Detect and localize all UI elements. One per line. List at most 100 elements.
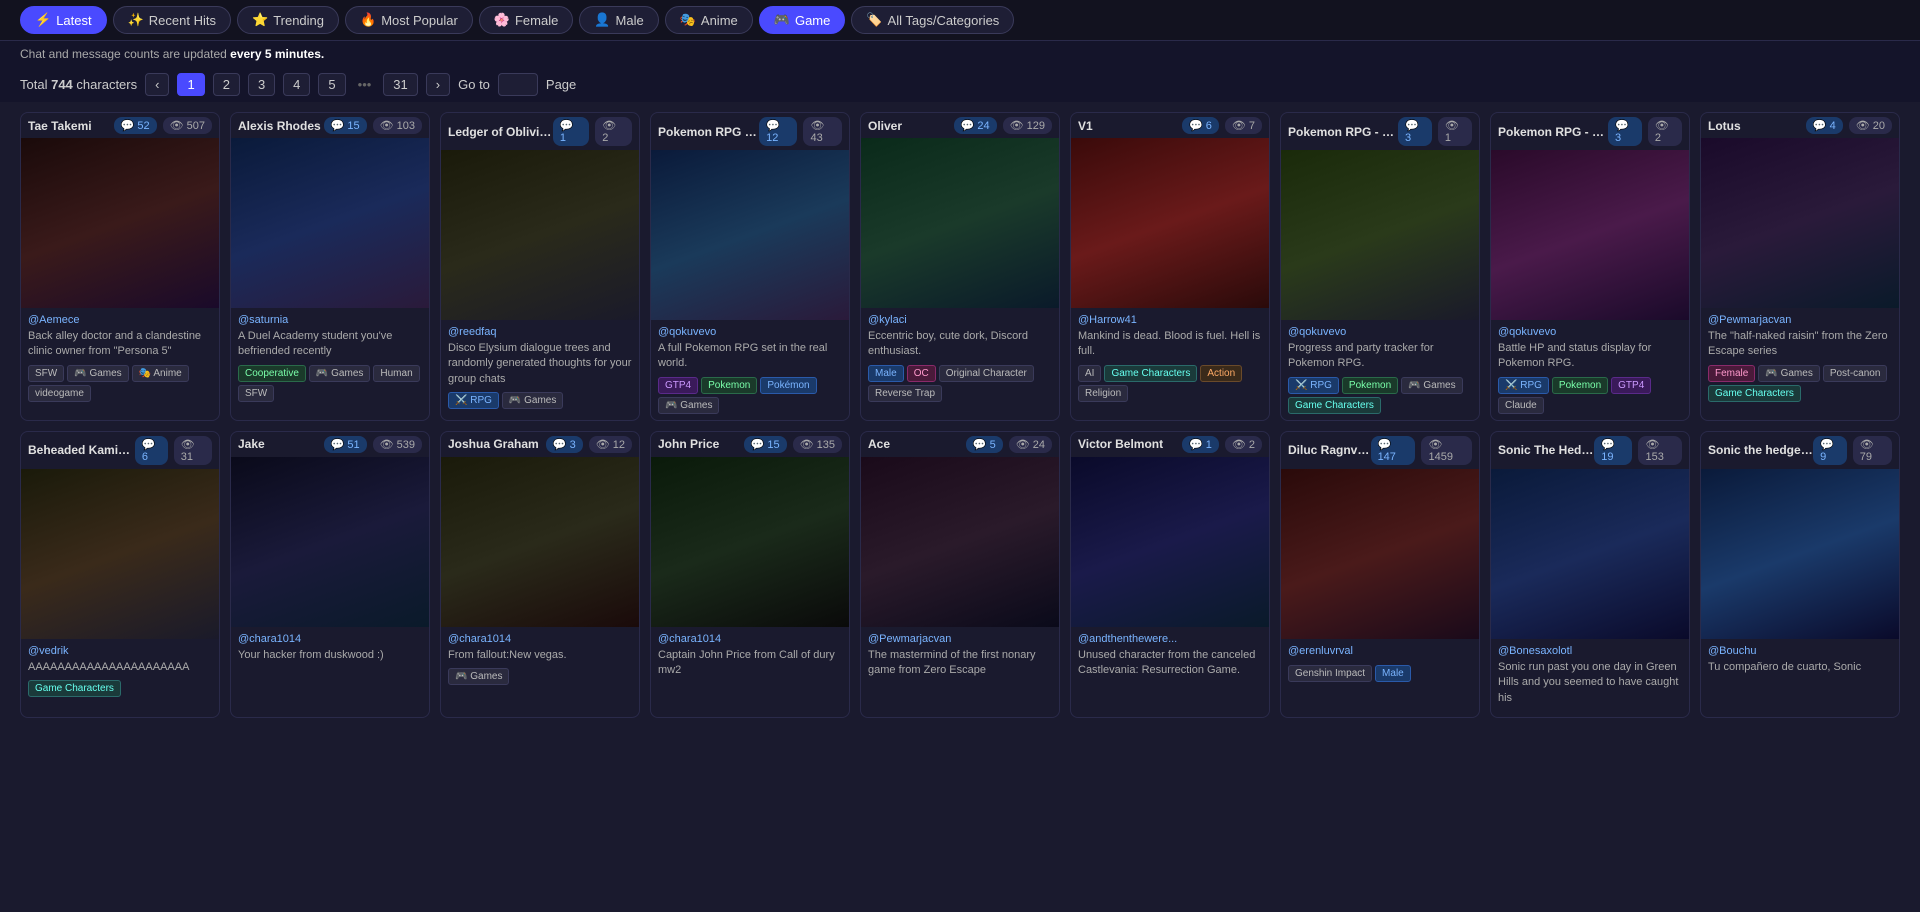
card-author[interactable]: @Pewmarjacvan <box>868 633 1052 645</box>
page-go-to-input[interactable] <box>498 73 538 96</box>
tag[interactable]: Original Character <box>939 365 1034 382</box>
tag[interactable]: Pokemon <box>1342 377 1398 394</box>
card-6[interactable]: Pokemon RPG - Sta... 💬 3 👁 1 @qokuvevo P… <box>1280 112 1480 421</box>
tag[interactable]: GTP4 <box>1611 377 1651 394</box>
card-author[interactable]: @Harrow41 <box>1078 314 1262 326</box>
tag[interactable]: ⚔️ RPG <box>1288 377 1339 394</box>
card-author[interactable]: @chara1014 <box>238 633 422 645</box>
nav-female[interactable]: 🌸 Female <box>479 6 574 34</box>
tag[interactable]: Pokémon <box>760 377 816 394</box>
card-stats: 💬 1 👁 2 <box>1182 436 1262 453</box>
pagination-dots: ••• <box>354 77 376 92</box>
card-title: Sonic the hedgehog <box>1708 443 1813 457</box>
page-2-button[interactable]: 2 <box>213 73 240 96</box>
nav-latest[interactable]: ⚡ Latest <box>20 6 107 34</box>
nav-anime[interactable]: 🎭 Anime <box>665 6 753 34</box>
card-author[interactable]: @Pewmarjacvan <box>1708 314 1892 326</box>
tag[interactable]: Game Characters <box>1708 385 1801 402</box>
tag[interactable]: OC <box>907 365 936 382</box>
tag[interactable]: 🎮 Games <box>1401 377 1462 394</box>
tag[interactable]: Male <box>1375 665 1411 682</box>
tag[interactable]: 🎮 Games <box>67 365 128 382</box>
card-stats: 💬 9 👁 79 <box>1813 436 1892 465</box>
card-16[interactable]: Sonic The Hedgh... 💬 19 👁 153 @Bonesaxol… <box>1490 431 1690 718</box>
tag[interactable]: videogame <box>28 385 91 402</box>
tag[interactable]: Pokemon <box>701 377 757 394</box>
card-7[interactable]: Pokemon RPG - Batt... 💬 3 👁 2 @qokuvevo … <box>1490 112 1690 421</box>
tag[interactable]: Cooperative <box>238 365 306 382</box>
tag[interactable]: 🎮 Games <box>309 365 370 382</box>
card-author[interactable]: @vedrik <box>28 645 212 657</box>
card-2[interactable]: Ledger of Oblivion 💬 1 👁 2 @reedfaq Disc… <box>440 112 640 421</box>
tag[interactable]: 🎮 Games <box>1758 365 1819 382</box>
all-tags-icon: 🏷️ <box>866 12 882 28</box>
tag[interactable]: 🎮 Games <box>448 668 509 685</box>
card-3[interactable]: Pokemon RPG - N... 💬 12 👁 43 @qokuvevo A… <box>650 112 850 421</box>
tag[interactable]: 🎮 Games <box>658 397 719 414</box>
page-5-button[interactable]: 5 <box>318 73 345 96</box>
nav-recent-hits[interactable]: ✨ Recent Hits <box>113 6 231 34</box>
card-11[interactable]: Joshua Graham 💬 3 👁 12 @chara1014 From f… <box>440 431 640 718</box>
card-author[interactable]: @Bouchu <box>1708 645 1892 657</box>
card-5[interactable]: V1 💬 6 👁 7 @Harrow41 Mankind is dead. Bl… <box>1070 112 1270 421</box>
card-4[interactable]: Oliver 💬 24 👁 129 @kylaci Eccentric boy,… <box>860 112 1060 421</box>
card-author[interactable]: @kylaci <box>868 314 1052 326</box>
tag[interactable]: SFW <box>238 385 274 402</box>
trending-icon: ⭐ <box>252 12 268 28</box>
card-author[interactable]: @qokuvevo <box>658 326 842 338</box>
card-0[interactable]: Tae Takemi 💬 52 👁 507 @Aemece Back alley… <box>20 112 220 421</box>
tag[interactable]: ⚔️ RPG <box>448 392 499 409</box>
card-author[interactable]: @saturnia <box>238 314 422 326</box>
card-author[interactable]: @andthenthewere... <box>1078 633 1262 645</box>
tag[interactable]: Female <box>1708 365 1755 382</box>
prev-page-button[interactable]: ‹ <box>145 73 169 96</box>
tag[interactable]: Post-canon <box>1823 365 1888 382</box>
card-author[interactable]: @Bonesaxolotl <box>1498 645 1682 657</box>
card-author[interactable]: @chara1014 <box>448 633 632 645</box>
tag[interactable]: SFW <box>28 365 64 382</box>
tag[interactable]: Game Characters <box>1288 397 1381 414</box>
tag[interactable]: GTP4 <box>658 377 698 394</box>
tag[interactable]: 🎮 Games <box>502 392 563 409</box>
page-1-button[interactable]: 1 <box>177 73 204 96</box>
page-4-button[interactable]: 4 <box>283 73 310 96</box>
card-author[interactable]: @erenluvrval <box>1288 645 1472 657</box>
card-author[interactable]: @reedfaq <box>448 326 632 338</box>
card-9[interactable]: Beheaded Kamikaz... 💬 6 👁 31 @vedrik AAA… <box>20 431 220 718</box>
tag[interactable]: Male <box>868 365 904 382</box>
nav-male[interactable]: 👤 Male <box>579 6 658 34</box>
nav-most-popular[interactable]: 🔥 Most Popular <box>345 6 473 34</box>
tag[interactable]: Reverse Trap <box>868 385 942 402</box>
card-1[interactable]: Alexis Rhodes 💬 15 👁 103 @saturnia A Due… <box>230 112 430 421</box>
tag[interactable]: Religion <box>1078 385 1128 402</box>
tag[interactable]: AI <box>1078 365 1101 382</box>
card-13[interactable]: Ace 💬 5 👁 24 @Pewmarjacvan The mastermin… <box>860 431 1060 718</box>
tag[interactable]: Pokemon <box>1552 377 1608 394</box>
tag[interactable]: 🎭 Anime <box>132 365 189 382</box>
card-12[interactable]: John Price 💬 15 👁 135 @chara1014 Captain… <box>650 431 850 718</box>
card-15[interactable]: Diluc Ragnvin... 💬 147 👁 1459 @erenluvrv… <box>1280 431 1480 718</box>
card-8[interactable]: Lotus 💬 4 👁 20 @Pewmarjacvan The "half-n… <box>1700 112 1900 421</box>
page-last-button[interactable]: 31 <box>383 73 417 96</box>
card-author[interactable]: @chara1014 <box>658 633 842 645</box>
tag[interactable]: Game Characters <box>28 680 121 697</box>
card-author[interactable]: @qokuvevo <box>1288 326 1472 338</box>
tag[interactable]: Action <box>1200 365 1242 382</box>
card-tags: 🎮 Games <box>448 668 632 685</box>
card-10[interactable]: Jake 💬 51 👁 539 @chara1014 Your hacker f… <box>230 431 430 718</box>
card-14[interactable]: Victor Belmont 💬 1 👁 2 @andthenthewere..… <box>1070 431 1270 718</box>
nav-all-tags[interactable]: 🏷️ All Tags/Categories <box>851 6 1014 34</box>
card-17[interactable]: Sonic the hedgehog 💬 9 👁 79 @Bouchu Tu c… <box>1700 431 1900 718</box>
tag[interactable]: Genshin Impact <box>1288 665 1372 682</box>
page-3-button[interactable]: 3 <box>248 73 275 96</box>
nav-game[interactable]: 🎮 Game <box>759 6 846 34</box>
tag[interactable]: ⚔️ RPG <box>1498 377 1549 394</box>
card-stats: 💬 4 👁 20 <box>1806 117 1892 134</box>
nav-trending[interactable]: ⭐ Trending <box>237 6 339 34</box>
tag[interactable]: Game Characters <box>1104 365 1197 382</box>
next-page-button[interactable]: › <box>426 73 450 96</box>
card-author[interactable]: @qokuvevo <box>1498 326 1682 338</box>
tag[interactable]: Claude <box>1498 397 1544 414</box>
card-author[interactable]: @Aemece <box>28 314 212 326</box>
tag[interactable]: Human <box>373 365 419 382</box>
